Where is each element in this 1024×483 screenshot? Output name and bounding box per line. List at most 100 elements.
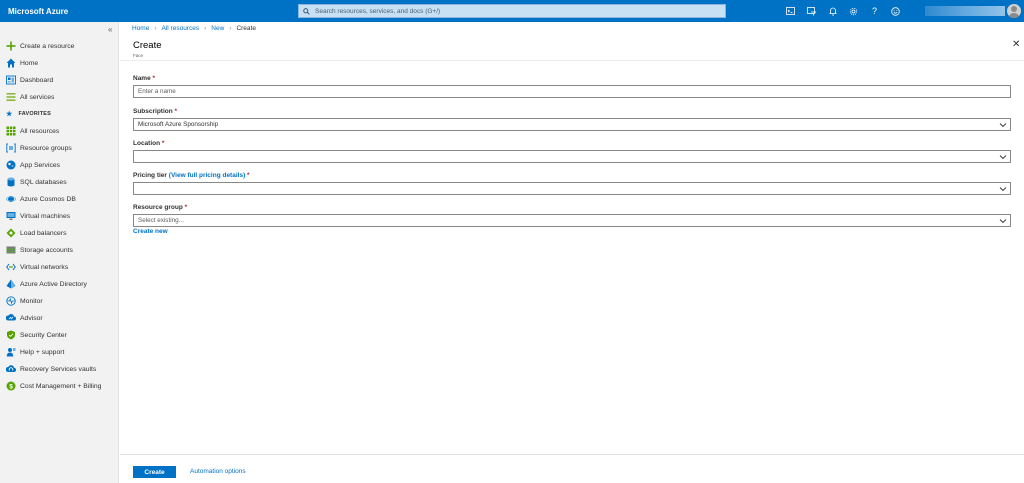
sidebar-item-label: Help + support — [20, 348, 65, 356]
resource-group-label-text: Resource group — [133, 204, 183, 211]
collapse-sidebar-icon[interactable]: « — [108, 25, 112, 34]
advisor-icon — [6, 313, 16, 323]
name-field[interactable] — [133, 85, 1011, 98]
chevron-down-icon — [999, 123, 1007, 128]
svg-text:$: $ — [9, 383, 13, 390]
chevron-right-icon: › — [204, 25, 207, 32]
sidebar-item-help-support[interactable]: Help + support — [0, 344, 118, 360]
close-icon[interactable]: ✕ — [1012, 39, 1020, 50]
search-icon — [303, 7, 310, 15]
sidebar-item-sql-databases[interactable]: SQL databases — [0, 174, 118, 190]
resource-group-placeholder: Select existing... — [138, 217, 184, 224]
sidebar-item-label: Create a resource — [20, 42, 75, 50]
sidebar-item-label: Virtual machines — [20, 212, 71, 220]
feedback-icon[interactable] — [885, 0, 906, 22]
chevron-down-icon — [999, 155, 1007, 160]
dashboard-icon — [6, 75, 16, 85]
favorites-label: FAVORITES — [18, 111, 52, 117]
sidebar-item-cost-management[interactable]: $ Cost Management + Billing — [0, 378, 118, 394]
sidebar-item-label: Dashboard — [20, 76, 54, 84]
create-blade: Home › All resources › New › Create Crea… — [120, 22, 1024, 483]
monitor-icon — [6, 296, 16, 306]
search-input[interactable] — [315, 7, 715, 15]
breadcrumb-home[interactable]: Home — [132, 25, 149, 32]
sidebar-item-label: Monitor — [20, 297, 43, 305]
sidebar-item-label: Cost Management + Billing — [20, 382, 102, 390]
sidebar-item-dashboard[interactable]: Dashboard — [0, 72, 118, 88]
location-dropdown[interactable] — [133, 150, 1011, 163]
account-name-redacted[interactable] — [925, 6, 1005, 16]
sidebar-item-label: Security Center — [20, 331, 67, 339]
sql-databases-icon — [6, 177, 16, 187]
cosmos-db-icon — [6, 194, 16, 204]
sidebar-item-label: Azure Cosmos DB — [20, 195, 76, 203]
settings-icon[interactable] — [843, 0, 864, 22]
sidebar-item-label: Virtual networks — [20, 263, 69, 271]
app-services-icon — [6, 160, 16, 170]
sidebar-item-all-resources[interactable]: All resources — [0, 123, 118, 139]
sidebar-item-cosmos-db[interactable]: Azure Cosmos DB — [0, 191, 118, 207]
load-balancers-icon — [6, 228, 16, 238]
sidebar-item-all-services[interactable]: All services — [0, 89, 118, 105]
storage-accounts-icon — [6, 245, 16, 255]
automation-options-link[interactable]: Automation options — [190, 468, 246, 475]
sidebar-item-load-balancers[interactable]: Load balancers — [0, 225, 118, 241]
header-divider — [120, 60, 1024, 61]
sidebar-item-recovery-vaults[interactable]: Recovery Services vaults — [0, 361, 118, 377]
virtual-networks-icon — [6, 262, 16, 272]
star-icon: ★ — [6, 111, 13, 118]
subscription-value: Microsoft Azure Sponsorship — [138, 121, 219, 128]
view-pricing-link[interactable]: (View full pricing details) — [169, 172, 245, 179]
recovery-vaults-icon — [6, 364, 16, 374]
sidebar-item-create-resource[interactable]: Create a resource — [0, 38, 118, 54]
sidebar-item-security-center[interactable]: Security Center — [0, 327, 118, 343]
sidebar: « Create a resource Home Dashboard All s… — [0, 22, 119, 483]
required-mark: * — [184, 204, 188, 211]
sidebar-item-label: Resource groups — [20, 144, 72, 152]
breadcrumb-all-resources[interactable]: All resources — [162, 25, 200, 32]
all-resources-icon — [6, 126, 16, 136]
location-label: Location * — [133, 140, 164, 147]
sidebar-item-label: Azure Active Directory — [20, 280, 87, 288]
breadcrumb-current: Create — [236, 25, 256, 32]
subscription-dropdown[interactable]: Microsoft Azure Sponsorship — [133, 118, 1011, 131]
resource-group-dropdown[interactable]: Select existing... — [133, 214, 1011, 227]
required-mark: * — [174, 108, 178, 115]
pricing-label-text: Pricing tier — [133, 172, 167, 179]
breadcrumb-new[interactable]: New — [211, 25, 224, 32]
help-icon[interactable]: ? — [864, 0, 885, 22]
sidebar-item-app-services[interactable]: App Services — [0, 157, 118, 173]
notifications-icon[interactable] — [822, 0, 843, 22]
cloud-shell-icon[interactable] — [780, 0, 801, 22]
required-mark: * — [161, 140, 165, 147]
portal-brand[interactable]: Microsoft Azure — [0, 7, 296, 16]
required-mark: * — [247, 172, 250, 179]
global-search[interactable] — [298, 4, 726, 18]
sidebar-item-home[interactable]: Home — [0, 55, 118, 71]
security-center-icon — [6, 330, 16, 340]
chevron-down-icon — [999, 187, 1007, 192]
chevron-right-icon: › — [154, 25, 157, 32]
sidebar-item-monitor[interactable]: Monitor — [0, 293, 118, 309]
home-icon — [6, 58, 16, 68]
create-new-resource-group-link[interactable]: Create new — [133, 228, 168, 235]
sidebar-item-label: App Services — [20, 161, 61, 169]
directory-filter-icon[interactable] — [801, 0, 822, 22]
sidebar-item-label: SQL databases — [20, 178, 67, 186]
avatar[interactable] — [1007, 4, 1021, 18]
create-button[interactable]: Create — [133, 466, 176, 478]
sidebar-item-virtual-machines[interactable]: Virtual machines — [0, 208, 118, 224]
pricing-tier-dropdown[interactable] — [133, 182, 1011, 195]
sidebar-item-label: Storage accounts — [20, 246, 73, 254]
help-support-icon — [6, 347, 16, 357]
top-bar: Microsoft Azure ? — [0, 0, 1024, 22]
name-input[interactable] — [138, 88, 998, 95]
sidebar-item-resource-groups[interactable]: Resource groups — [0, 140, 118, 156]
sidebar-item-virtual-networks[interactable]: Virtual networks — [0, 259, 118, 275]
page-subtitle: Face — [133, 53, 144, 58]
name-label-text: Name — [133, 75, 151, 82]
sidebar-item-advisor[interactable]: Advisor — [0, 310, 118, 326]
subscription-label-text: Subscription — [133, 108, 173, 115]
sidebar-item-active-directory[interactable]: Azure Active Directory — [0, 276, 118, 292]
sidebar-item-storage-accounts[interactable]: Storage accounts — [0, 242, 118, 258]
